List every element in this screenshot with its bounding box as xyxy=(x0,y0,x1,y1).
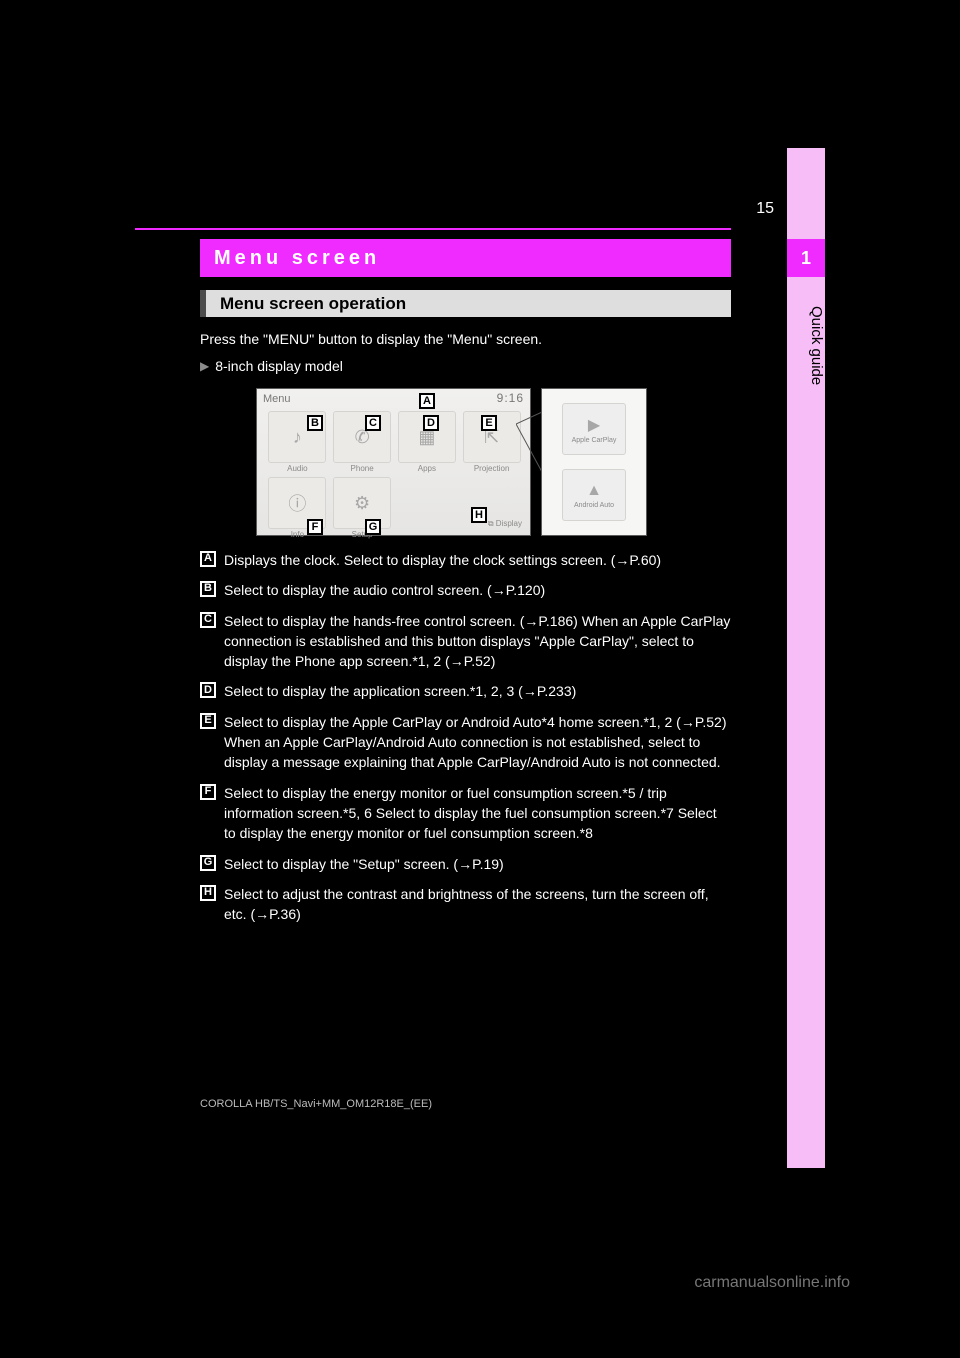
item-text: Select to display the Apple CarPlay or A… xyxy=(224,712,731,773)
header-rule xyxy=(135,228,731,230)
description-item: G Select to display the "Setup" screen. … xyxy=(200,854,731,874)
tile-label: Projection xyxy=(474,464,510,473)
item-marker: B xyxy=(200,581,216,597)
manual-page: 1 Quick guide 15 Menu screen Menu screen… xyxy=(0,0,960,1358)
callout-label: Apple CarPlay xyxy=(572,437,617,444)
description-item: C Select to display the hands-free contr… xyxy=(200,611,731,672)
section-title-bar: Menu screen operation xyxy=(200,290,731,317)
item-text: Displays the clock. Select to display th… xyxy=(224,550,731,570)
description-item: B Select to display the audio control sc… xyxy=(200,580,731,600)
item-text: Select to display the "Setup" screen. (→… xyxy=(224,854,731,874)
item-text: Select to display the hands-free control… xyxy=(224,611,731,672)
gear-icon: ⚙ xyxy=(354,493,370,514)
watermark: carmanualsonline.info xyxy=(694,1274,850,1292)
description-item: D Select to display the application scre… xyxy=(200,681,731,701)
marker-d: D xyxy=(423,415,439,431)
info-icon: ⓘ xyxy=(288,490,306,516)
tile-label: Info xyxy=(291,530,304,539)
marker-g: G xyxy=(365,519,381,535)
marker-a: A xyxy=(419,393,435,409)
callout-tile-carplay: ▶ Apple CarPlay xyxy=(562,403,626,455)
android-auto-icon: ▲ xyxy=(586,482,602,500)
item-text: Select to adjust the contrast and bright… xyxy=(224,884,731,925)
tile-phone: ✆ Phone xyxy=(332,411,393,473)
item-text: Select to display the energy monitor or … xyxy=(224,783,731,844)
menu-screenshot-left: Menu 9:16 ♪ Audio ✆ Phone ▦ Apps ⇱ Proje… xyxy=(256,388,531,536)
item-marker: E xyxy=(200,713,216,729)
item-marker: D xyxy=(200,682,216,698)
clock-label: 9:16 xyxy=(497,391,524,405)
callout-label: Android Auto xyxy=(574,502,614,509)
tile-label: Apps xyxy=(418,464,436,473)
item-marker: F xyxy=(200,784,216,800)
menu-screenshot-figure: Menu 9:16 ♪ Audio ✆ Phone ▦ Apps ⇱ Proje… xyxy=(256,388,648,536)
document-code: COROLLA HB/TS_Navi+MM_OM12R18E_(EE) xyxy=(200,1098,432,1110)
item-marker: H xyxy=(200,885,216,901)
menu-title-label: Menu xyxy=(263,393,291,405)
triangle-icon: ▶ xyxy=(200,359,209,373)
description-item: E Select to display the Apple CarPlay or… xyxy=(200,712,731,773)
item-text: Select to display the audio control scre… xyxy=(224,580,731,600)
variant-label: 8-inch display model xyxy=(215,358,343,374)
item-text: Select to display the application screen… xyxy=(224,681,731,701)
intro-text: Press the "MENU" button to display the "… xyxy=(200,330,731,350)
description-list: A Displays the clock. Select to display … xyxy=(200,550,731,934)
marker-c: C xyxy=(365,415,381,431)
chapter-number-tab: 1 xyxy=(787,239,825,277)
marker-f: F xyxy=(307,519,323,535)
item-marker: A xyxy=(200,551,216,567)
marker-e: E xyxy=(481,415,497,431)
page-title-bar: Menu screen xyxy=(200,239,731,277)
chapter-name-tab: Quick guide xyxy=(787,300,825,385)
callout-tile-android-auto: ▲ Android Auto xyxy=(562,469,626,521)
display-button-label: ⧉ Display xyxy=(488,519,522,529)
variant-row: ▶ 8-inch display model xyxy=(200,358,343,374)
description-item: A Displays the clock. Select to display … xyxy=(200,550,731,570)
description-item: H Select to adjust the contrast and brig… xyxy=(200,884,731,925)
page-number: 15 xyxy=(756,200,774,218)
item-marker: G xyxy=(200,855,216,871)
marker-b: B xyxy=(307,415,323,431)
play-icon: ▶ xyxy=(588,415,600,435)
music-note-icon: ♪ xyxy=(293,427,302,448)
menu-screenshot-callout: ▶ Apple CarPlay ▲ Android Auto xyxy=(541,388,647,536)
description-item: F Select to display the energy monitor o… xyxy=(200,783,731,844)
tile-label: Phone xyxy=(351,464,374,473)
tile-label: Audio xyxy=(287,464,307,473)
item-marker: C xyxy=(200,612,216,628)
tile-setup: ⚙ Setup xyxy=(332,477,393,539)
marker-h: H xyxy=(471,507,487,523)
